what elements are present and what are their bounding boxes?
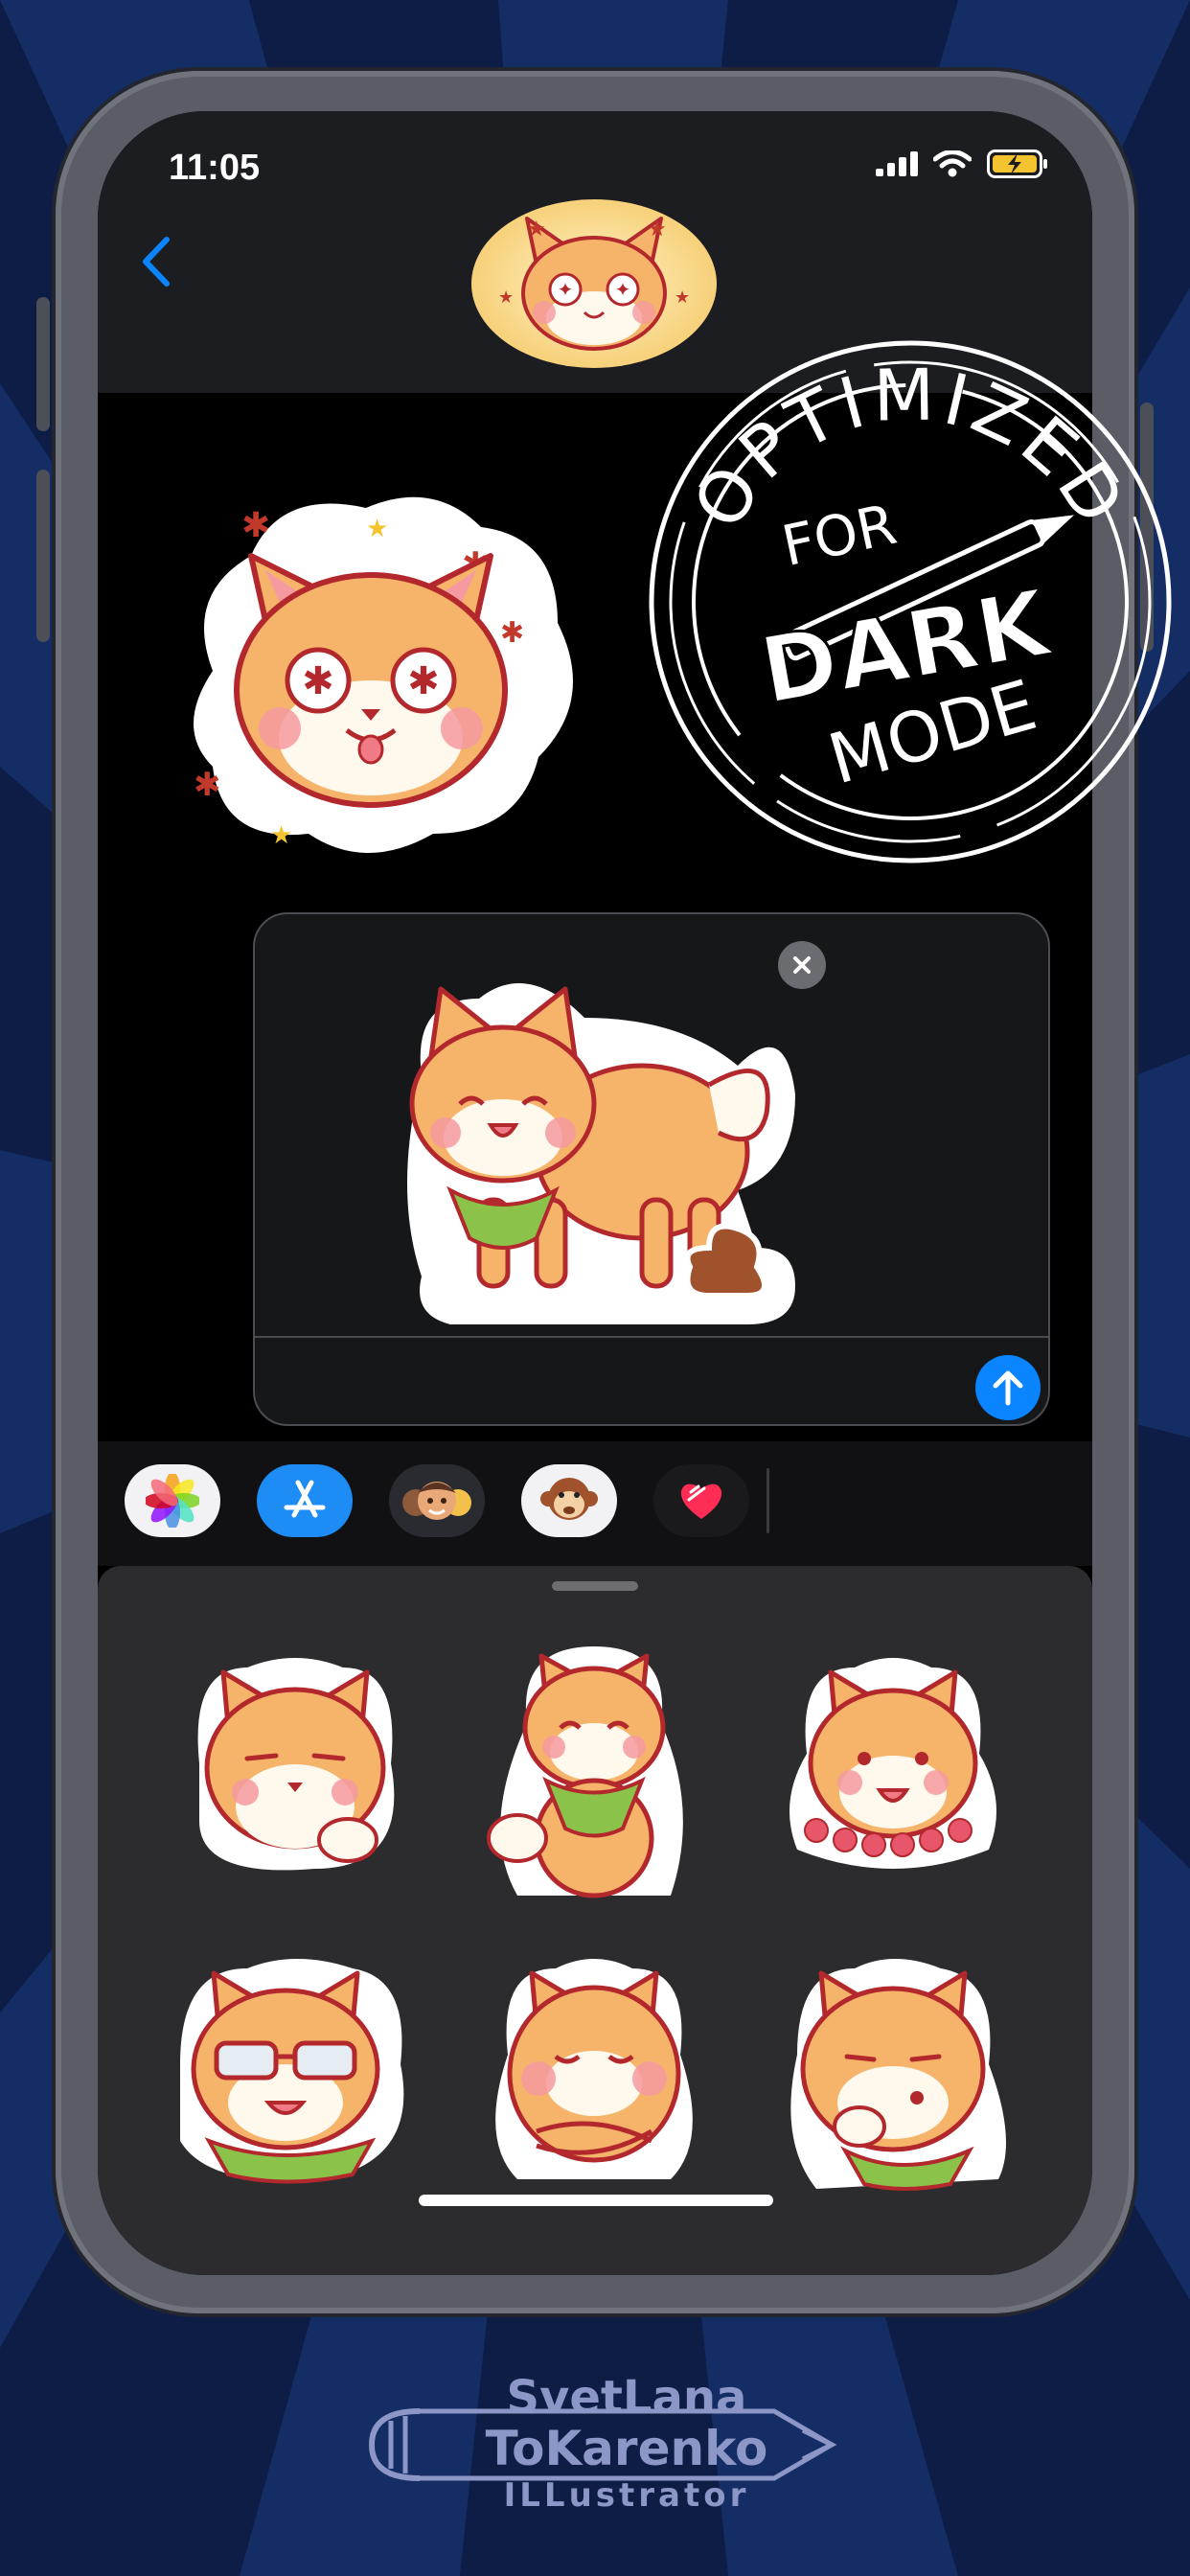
sticker-shiba-sunglasses[interactable]	[161, 1949, 420, 2189]
svg-text:✱: ✱	[302, 660, 334, 702]
phone-side-button	[36, 297, 50, 431]
send-button[interactable]	[975, 1355, 1041, 1420]
sticker-shiba-flower-lei[interactable]	[778, 1648, 1008, 1878]
badge-line-2: FOR	[776, 492, 902, 579]
compose-field[interactable]	[253, 912, 1050, 1426]
heart-icon	[680, 1484, 722, 1519]
svg-text:✱: ✱	[194, 767, 221, 803]
compose-sticker-preview	[407, 983, 795, 1324]
svg-text:✱: ✱	[500, 617, 524, 649]
svg-text:★: ★	[366, 514, 388, 542]
phone-side-button	[36, 470, 50, 642]
photos-icon	[146, 1474, 199, 1528]
tray-divider	[767, 1468, 769, 1533]
signature-line-3: ILLustrator	[503, 2476, 750, 2515]
sticker-drawer	[98, 1566, 1092, 2275]
home-indicator	[419, 2195, 773, 2206]
animoji-button[interactable]	[521, 1464, 617, 1537]
svg-text:✦: ✦	[558, 280, 574, 301]
wifi-icon	[933, 150, 972, 177]
sticker-shiba-scarf-sitting[interactable]	[479, 1637, 709, 1905]
app-store-button[interactable]	[257, 1464, 353, 1537]
monkey-icon	[540, 1478, 598, 1520]
svg-text:✦: ✦	[615, 280, 631, 301]
optimized-dark-mode-badge: OPTIMIZED FOR DARK MODE	[649, 340, 1172, 863]
artist-signature: SvetLana ToKarenko ILLustrator	[353, 2363, 841, 2526]
signature-line-1: SvetLana	[506, 2371, 747, 2425]
svg-text:★: ★	[527, 217, 546, 241]
status-time: 11:05	[169, 148, 261, 188]
memoji-stickers-button[interactable]	[389, 1464, 485, 1537]
drawer-grabber[interactable]	[552, 1581, 638, 1591]
imessage-app-tray	[98, 1441, 1092, 1566]
svg-text:✱: ✱	[241, 505, 270, 544]
status-icons	[876, 150, 1048, 178]
sticker-shiba-thinking[interactable]	[180, 1648, 410, 1878]
compose-divider	[255, 1336, 1048, 1338]
signature-line-2: ToKarenko	[485, 2421, 768, 2476]
svg-text:★: ★	[270, 820, 292, 849]
remove-sticker-icon[interactable]	[778, 941, 826, 989]
battery-icon	[987, 150, 1047, 178]
svg-text:★: ★	[648, 217, 667, 241]
svg-text:✱: ✱	[407, 660, 440, 702]
svg-text:★: ★	[498, 288, 514, 307]
memoji-icon	[402, 1482, 471, 1520]
arrow-up-icon	[993, 1370, 1023, 1406]
badge-line-1: OPTIMIZED	[677, 354, 1137, 542]
photos-app-button[interactable]	[125, 1464, 220, 1537]
digital-touch-button[interactable]	[653, 1464, 749, 1537]
sticker-shiba-arms-crossed[interactable]	[479, 1949, 709, 2189]
back-chevron-icon[interactable]	[140, 236, 172, 288]
svg-text:★: ★	[675, 288, 690, 307]
sticker-shiba-pondering[interactable]	[778, 1949, 1018, 2198]
signal-icon	[876, 151, 918, 176]
svg-text:OPTIMIZED: OPTIMIZED	[677, 354, 1143, 542]
sent-sticker-starry-eyes[interactable]: ✱ ✱ ✱ ✱ ★ ★ ✱ ✱	[174, 479, 596, 862]
app-store-icon	[284, 1480, 326, 1518]
